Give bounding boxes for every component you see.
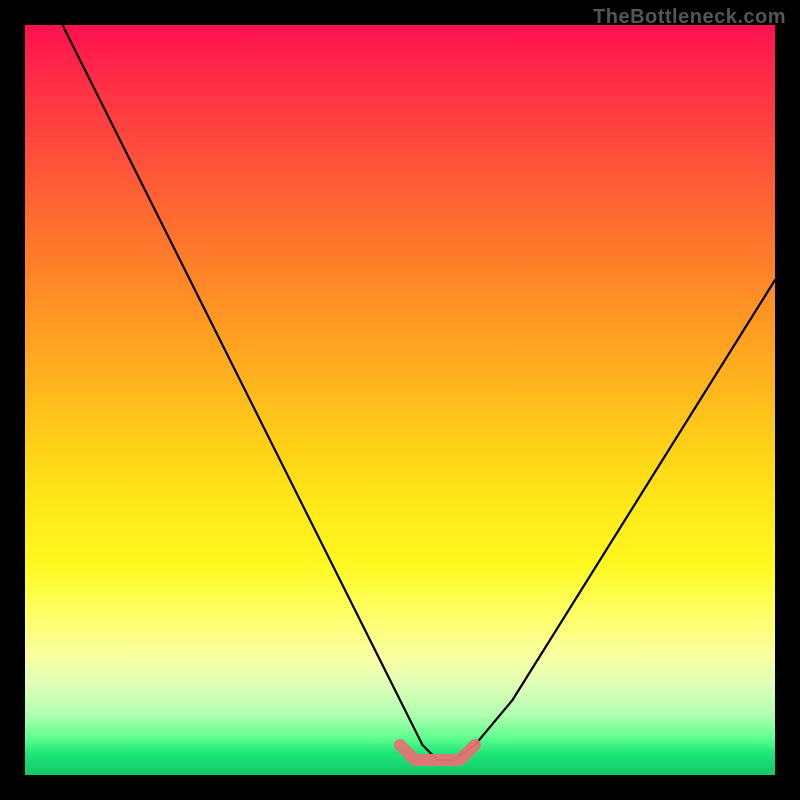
watermark-text: TheBottleneck.com: [593, 6, 786, 29]
bottleneck-curve-path: [63, 25, 776, 760]
optimal-band-path: [400, 745, 475, 760]
chart-svg: [25, 25, 775, 775]
plot-area: [25, 25, 775, 775]
